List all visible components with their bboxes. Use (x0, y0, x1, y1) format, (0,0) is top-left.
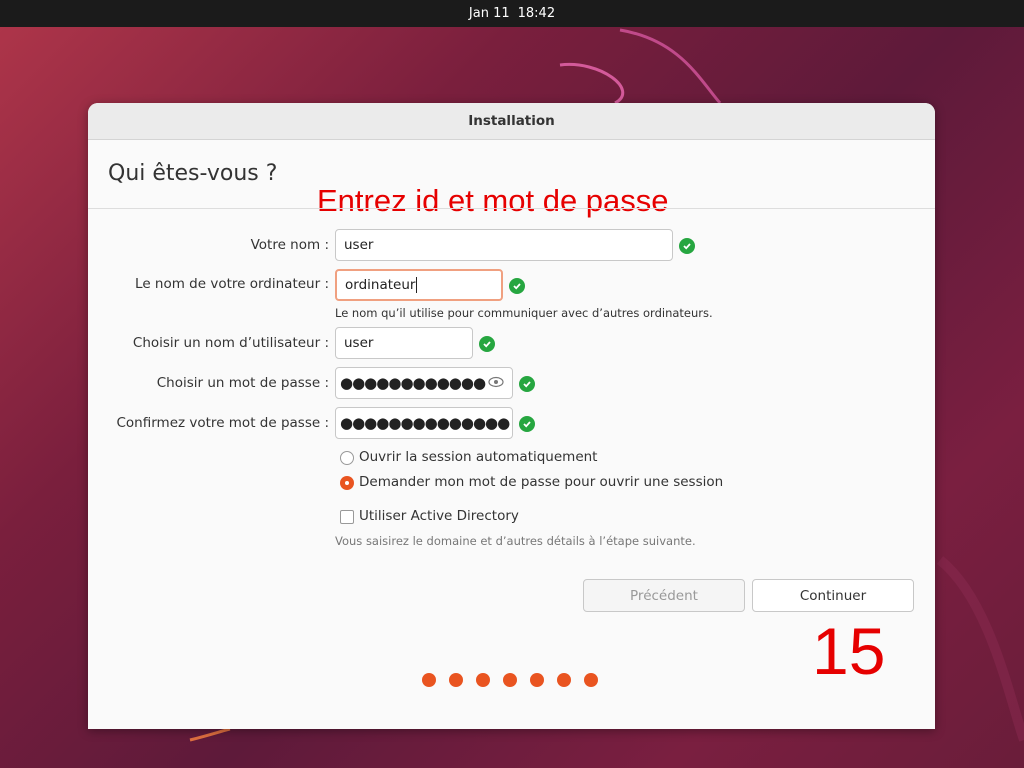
installer-window: Installation Qui êtes-vous ? Entrez id e… (88, 103, 935, 729)
divider (88, 208, 935, 209)
progress-dot (557, 673, 571, 687)
progress-dots (422, 673, 598, 687)
computer-name-label: Le nom de votre ordinateur : (135, 276, 329, 292)
top-bar-time[interactable]: 18:42 (518, 6, 555, 21)
previous-button[interactable]: Précédent (583, 579, 745, 612)
window-title: Installation (88, 103, 935, 140)
radio-require-password-label[interactable]: Demander mon mot de passe pour ouvrir un… (359, 474, 723, 490)
name-field[interactable]: user (335, 229, 673, 261)
confirm-password-field[interactable]: ●●●●●●●●●●●●●● (335, 407, 513, 439)
overlay-instruction: Entrez id et mot de passe (317, 183, 669, 218)
username-field[interactable]: user (335, 327, 473, 359)
top-bar: Jan 11 18:42 (0, 0, 1024, 27)
progress-dot (584, 673, 598, 687)
progress-dot (530, 673, 544, 687)
computer-name-value: ordinateur (345, 277, 416, 293)
active-directory-label[interactable]: Utiliser Active Directory (359, 508, 519, 524)
name-field-value: user (344, 237, 374, 253)
radio-auto-login[interactable] (340, 451, 354, 465)
username-value: user (344, 335, 374, 351)
check-icon (509, 278, 525, 294)
progress-dot (449, 673, 463, 687)
check-icon (519, 416, 535, 432)
progress-dot (503, 673, 517, 687)
check-icon (519, 376, 535, 392)
confirm-password-value: ●●●●●●●●●●●●●● (340, 414, 510, 432)
computer-name-field[interactable]: ordinateur (335, 269, 503, 301)
top-bar-date[interactable]: Jan 11 (469, 6, 510, 21)
password-field[interactable]: ●●●●●●●●●●●● (335, 367, 513, 399)
eye-icon[interactable] (488, 376, 504, 392)
active-directory-checkbox[interactable] (340, 510, 354, 524)
check-icon (479, 336, 495, 352)
username-label: Choisir un nom d’utilisateur : (132, 335, 329, 351)
step-counter-overlay: 15 (812, 614, 886, 688)
password-label: Choisir un mot de passe : (156, 375, 329, 391)
confirm-password-label: Confirmez votre mot de passe : (116, 415, 330, 431)
password-value: ●●●●●●●●●●●● (340, 374, 486, 392)
text-cursor (416, 277, 418, 293)
computer-name-hint: Le nom qu’il utilise pour communiquer av… (335, 306, 713, 320)
continue-button[interactable]: Continuer (752, 579, 914, 612)
check-icon (679, 238, 695, 254)
progress-dot (476, 673, 490, 687)
radio-auto-login-label[interactable]: Ouvrir la session automatiquement (359, 449, 597, 465)
radio-require-password[interactable] (340, 476, 354, 490)
active-directory-hint: Vous saisirez le domaine et d’autres dét… (335, 534, 696, 548)
name-label: Votre nom : (250, 237, 329, 253)
progress-dot (422, 673, 436, 687)
page-title: Qui êtes-vous ? (108, 161, 278, 186)
